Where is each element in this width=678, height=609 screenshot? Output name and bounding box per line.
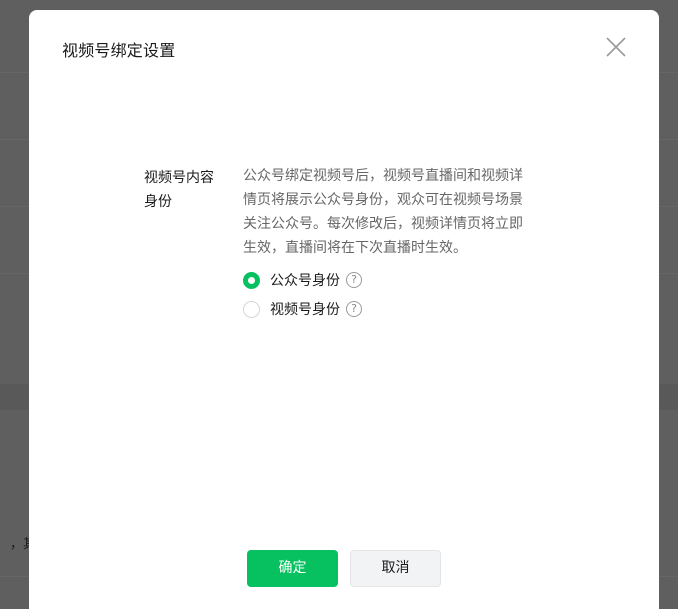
radio-option-channel-identity[interactable]: 视频号身份 ? (243, 298, 362, 320)
field-label: 视频号内容 身份 (144, 166, 234, 214)
close-button[interactable] (604, 35, 628, 59)
field-label-line: 视频号内容 (144, 170, 214, 186)
binding-settings-dialog: 视频号绑定设置 视频号内容 身份 公众号绑定视频号后，视频号直播间和视频详 情页… (29, 10, 659, 609)
close-icon (606, 37, 626, 57)
radio-checked-icon[interactable] (243, 271, 260, 289)
radio-label: 视频号身份 (270, 302, 340, 318)
dialog-title: 视频号绑定设置 (62, 41, 176, 60)
description-line: 关注公众号。每次修改后，视频详情页将立即 (243, 216, 523, 232)
description-line: 生效，直播间将在下次直播时生效。 (243, 240, 467, 256)
radio-unchecked-icon[interactable] (243, 300, 260, 318)
description-line: 公众号绑定视频号后，视频号直播间和视频详 (243, 168, 523, 184)
radio-option-account-identity[interactable]: 公众号身份 ? (243, 269, 362, 291)
field-description: 公众号绑定视频号后，视频号直播间和视频详 情页将展示公众号身份，观众可在视频号场… (243, 164, 543, 260)
cancel-button[interactable]: 取消 (350, 550, 441, 587)
description-line: 情页将展示公众号身份，观众可在视频号场景 (243, 192, 523, 208)
field-label-line: 身份 (144, 194, 172, 210)
radio-label: 公众号身份 (270, 273, 340, 289)
confirm-button[interactable]: 确定 (247, 550, 338, 587)
help-icon[interactable]: ? (346, 272, 362, 288)
help-icon[interactable]: ? (346, 301, 362, 317)
